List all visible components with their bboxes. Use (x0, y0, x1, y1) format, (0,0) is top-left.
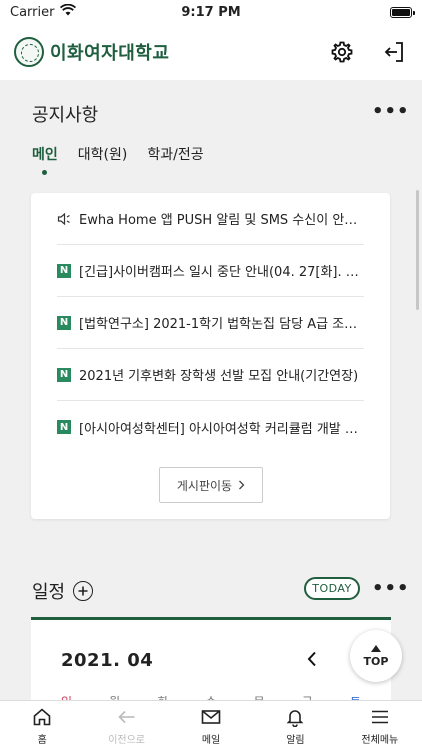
notice-title: 공지사항 (32, 105, 99, 126)
notice-item[interactable]: Ewha Home 앱 PUSH 알림 및 SMS 수신이 안될 시 확인사항 (57, 193, 364, 245)
scrollbar[interactable] (416, 190, 419, 310)
bottom-nav: 홈 이전으로 메일 알림 전체메뉴 (0, 700, 422, 750)
settings-button[interactable] (328, 38, 356, 66)
nav-notifications[interactable]: 알림 (253, 701, 337, 750)
notice-card: Ewha Home 앱 PUSH 알림 및 SMS 수신이 안될 시 확인사항 … (31, 193, 390, 519)
calendar-month: 2021. 04 (61, 650, 154, 671)
nav-all-menu[interactable]: 전체메뉴 (338, 701, 422, 750)
new-badge-icon: N (57, 367, 71, 382)
notice-text: 2021년 기후변화 장학생 선발 모집 안내(기간연장) (79, 369, 359, 384)
nav-mail[interactable]: 메일 (169, 701, 253, 750)
tab-department[interactable]: 학과/전공 (147, 144, 203, 164)
previous-month-button[interactable] (307, 648, 317, 672)
schedule-title: 일정 (32, 582, 66, 603)
go-to-board-button[interactable]: 게시판이동 (159, 467, 263, 503)
new-badge-icon: N (57, 420, 71, 434)
notice-item[interactable]: N [법학연구소] 2021-1학기 법학논집 담당 A급 조교 채용 공고 (57, 297, 364, 349)
status-time: 9:17 PM (181, 4, 241, 20)
university-logo[interactable]: 이화여자대학교 (14, 37, 169, 67)
scroll-top-label: TOP (363, 654, 389, 668)
notice-list: Ewha Home 앱 PUSH 알림 및 SMS 수신이 안될 시 확인사항 … (31, 193, 390, 453)
schedule-more-button[interactable]: ••• (372, 578, 410, 599)
new-badge-icon: N (57, 263, 71, 278)
carrier-label: Carrier (10, 4, 55, 20)
notice-tabs: 메인 대학(원) 학과/전공 (32, 144, 204, 175)
tab-college[interactable]: 대학(원) (78, 144, 128, 164)
logo-text: 이화여자대학교 (50, 43, 170, 64)
notice-item[interactable]: N 2021년 기후변화 장학생 선발 모집 안내(기간연장) (57, 349, 364, 401)
nav-notifications-label: 알림 (286, 734, 305, 746)
scroll-top-button[interactable]: TOP (350, 630, 402, 682)
header-actions (328, 38, 408, 66)
notice-text: [법학연구소] 2021-1학기 법학논집 담당 A급 조교 채용 공고 (79, 317, 364, 332)
home-icon (31, 706, 53, 728)
nav-all-menu-label: 전체메뉴 (361, 734, 399, 746)
nav-home[interactable]: 홈 (0, 701, 84, 750)
notice-text: [긴급]사이버캠퍼스 일시 중단 안내(04. 27[화]. 22:00~) (79, 265, 364, 280)
add-schedule-button[interactable] (73, 581, 94, 601)
go-to-board-label: 게시판이동 (176, 478, 233, 493)
new-badge-icon: N (57, 315, 71, 330)
mail-icon (200, 706, 222, 728)
chevron-right-icon (239, 480, 245, 490)
logout-icon (384, 42, 403, 62)
speaker-icon (57, 212, 71, 226)
arrow-up-icon (371, 644, 381, 652)
menu-icon (369, 706, 391, 728)
status-bar: Carrier 9:17 PM (0, 0, 422, 24)
nav-back[interactable]: 이전으로 (84, 701, 168, 750)
notice-item[interactable]: N [긴급]사이버캠퍼스 일시 중단 안내(04. 27[화]. 22:00~) (57, 245, 364, 297)
seal-icon (14, 37, 44, 67)
wifi-icon (60, 3, 77, 20)
back-arrow-icon (116, 706, 138, 728)
active-tab-indicator (42, 170, 48, 175)
nav-home-label: 홈 (37, 734, 47, 746)
notice-text: Ewha Home 앱 PUSH 알림 및 SMS 수신이 안될 시 확인사항 (79, 213, 364, 228)
today-button[interactable]: TODAY (304, 577, 360, 600)
gear-icon (331, 41, 353, 63)
bell-icon (284, 706, 306, 728)
tab-main[interactable]: 메인 (32, 144, 58, 175)
app-header: 이화여자대학교 (0, 24, 422, 80)
tab-department-label: 학과/전공 (147, 147, 204, 163)
battery-icon (390, 6, 415, 18)
notice-more-button[interactable]: ••• (372, 101, 410, 122)
tab-college-label: 대학(원) (77, 147, 128, 163)
nav-back-label: 이전으로 (108, 734, 146, 746)
nav-mail-label: 메일 (201, 734, 221, 746)
schedule-header: 일정 (32, 578, 94, 604)
plus-icon (78, 586, 88, 596)
notice-item[interactable]: N [아시아여성학센터] 아시아여성학 커리큘럼 개발 연구보조원 모집 (57, 401, 364, 453)
chevron-left-icon (307, 651, 316, 667)
logout-button[interactable] (380, 38, 408, 66)
notice-text: [아시아여성학센터] 아시아여성학 커리큘럼 개발 연구보조원 모집 (79, 421, 364, 437)
status-left: Carrier (10, 3, 77, 20)
tab-main-label: 메인 (32, 147, 58, 163)
